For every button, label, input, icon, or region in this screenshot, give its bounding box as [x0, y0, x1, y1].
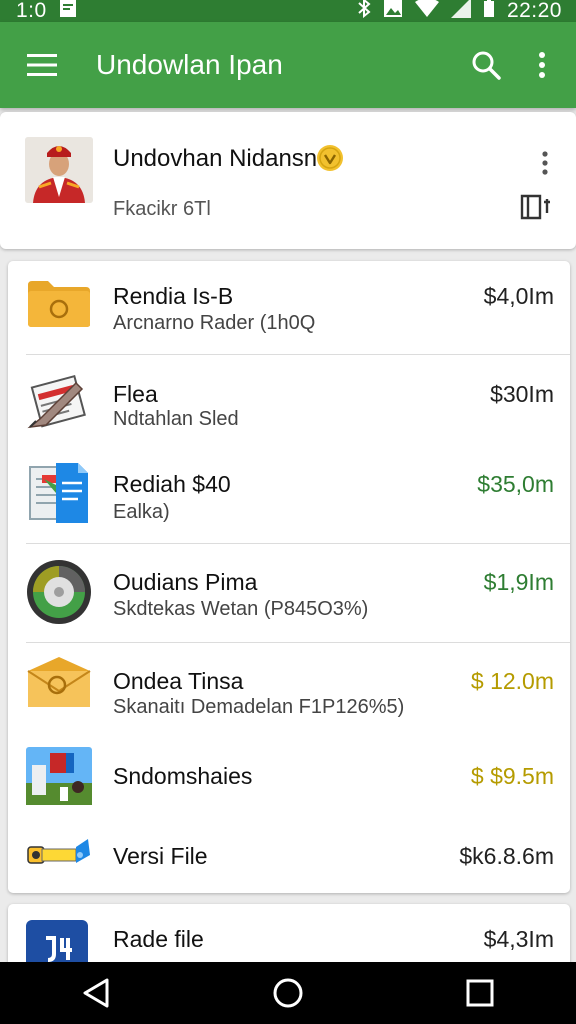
file-title: Rendia Is-B — [113, 283, 234, 309]
file-title: Versi File — [113, 843, 208, 869]
file-row[interactable]: Oudians Pima Skdtekas Wetan (P845O3%) $1… — [8, 544, 570, 642]
file-price: $ $9.5m — [470, 763, 554, 789]
file-price: $4,3Im — [483, 926, 554, 952]
profile-name: Undovhan Nidansn — [113, 145, 318, 172]
file-title: Sndomshaies — [113, 763, 253, 789]
file-title: Oudians Pima — [113, 569, 258, 595]
file-subtitle: Ealka) — [113, 501, 170, 523]
envelope-icon — [26, 657, 92, 723]
back-button[interactable] — [66, 968, 126, 1018]
battery-icon — [483, 0, 495, 24]
avatar[interactable] — [25, 137, 93, 203]
usb-drive-icon — [26, 835, 92, 875]
profile-subtitle: Fkacikr 6Tl — [113, 198, 211, 220]
profile-card[interactable]: Undovhan Nidansn Fkacikr 6Tl — [0, 112, 576, 249]
home-button[interactable] — [258, 968, 318, 1018]
more-vert-icon — [542, 151, 548, 175]
verified-badge-icon — [316, 144, 344, 172]
wifi-icon — [414, 0, 439, 24]
disc-icon — [26, 559, 92, 625]
add-to-list-button[interactable] — [518, 192, 552, 222]
status-time: 22:20 — [506, 0, 562, 22]
file-price: $4,0Im — [483, 283, 554, 309]
document-pen-icon — [26, 367, 92, 433]
recents-button[interactable] — [450, 968, 510, 1018]
file-price: $35,0m — [477, 471, 554, 497]
recents-icon — [466, 979, 494, 1007]
file-subtitle: Ndtahlan Sled — [113, 408, 239, 430]
file-title: Rediah $40 — [113, 471, 231, 497]
add-to-list-icon — [520, 194, 550, 220]
status-left-text: 1:0 — [16, 0, 47, 22]
file-price: $1,9Im — [483, 569, 554, 595]
photo-icon — [26, 747, 92, 805]
file-subtitle: Arcnarno Rader (1h0Q — [113, 312, 316, 334]
file-title: Rade file — [113, 926, 204, 952]
image-icon — [383, 0, 403, 24]
app-title: Undowlan Ipan — [96, 49, 283, 80]
search-icon — [472, 51, 501, 80]
profile-menu-button[interactable] — [530, 146, 560, 180]
file-subtitle: Skanaitı Demadelan F1P126%5) — [113, 696, 405, 718]
signal-icon — [450, 0, 471, 24]
app-bar: Undowlan Ipan — [0, 22, 576, 108]
notification-icon — [59, 0, 77, 24]
search-button[interactable] — [458, 37, 514, 93]
file-price: $k6.8.6m — [459, 843, 554, 869]
docs-icon — [26, 459, 92, 525]
file-row[interactable]: Ondea Tinsa Skanaitı Demadelan F1P126%5)… — [8, 643, 570, 735]
file-subtitle: Skdtekas Wetan (P845O3%) — [113, 598, 369, 620]
file-row[interactable]: Versi File $k6.8.6m — [8, 821, 570, 893]
navigation-bar — [0, 962, 576, 1024]
files-card: Rendia Is-B Arcnarno Rader (1h0Q $4,0Im … — [8, 261, 570, 893]
back-icon — [83, 978, 109, 1008]
more-vert-icon — [539, 52, 545, 78]
home-icon — [273, 978, 303, 1008]
overflow-menu-button[interactable] — [514, 37, 570, 93]
file-price: $30Im — [490, 381, 554, 407]
bluetooth-icon — [357, 0, 371, 24]
menu-button[interactable] — [12, 35, 72, 95]
file-title: Ondea Tinsa — [113, 668, 244, 694]
file-row[interactable]: Flea Ndtahlan Sled $30Im — [8, 355, 570, 447]
file-title: Flea — [113, 381, 158, 407]
status-bar: 1:0 22:20 — [0, 0, 576, 22]
file-row[interactable]: Sndomshaies $ $9.5m — [8, 735, 570, 821]
menu-icon — [27, 54, 57, 76]
folder-icon — [26, 277, 92, 343]
file-row[interactable]: Rediah $40 Ealka) $35,0m — [8, 447, 570, 543]
file-row[interactable]: Rendia Is-B Arcnarno Rader (1h0Q $4,0Im — [8, 261, 570, 355]
file-price: $ 12.0m — [470, 668, 554, 694]
